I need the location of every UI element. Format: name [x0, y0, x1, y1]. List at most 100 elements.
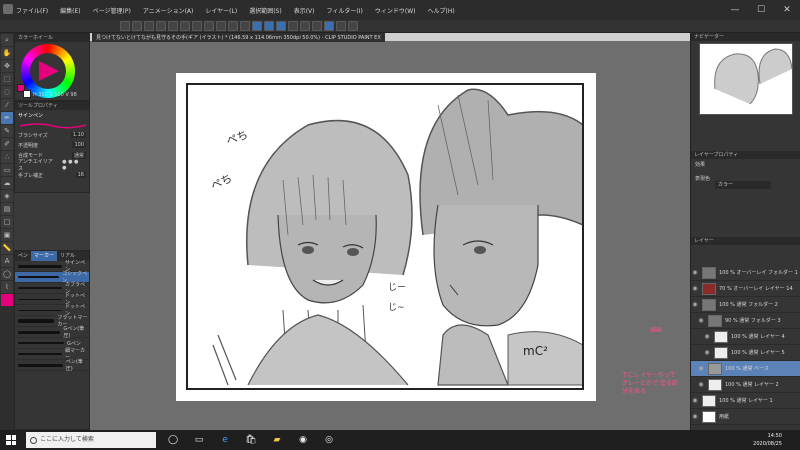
- menu-file[interactable]: ファイル(F): [16, 6, 48, 15]
- edge-icon[interactable]: e: [216, 431, 234, 449]
- tab-marker[interactable]: マーカー: [31, 251, 58, 261]
- menu-select[interactable]: 選択範囲(S): [249, 6, 282, 15]
- tpl-icon[interactable]: [348, 21, 358, 31]
- snap-grid-icon[interactable]: [276, 21, 286, 31]
- ruler-icon[interactable]: 📏: [1, 242, 13, 254]
- balloon-icon[interactable]: ◯: [1, 268, 13, 280]
- flip-icon[interactable]: [300, 21, 310, 31]
- windows-start-icon[interactable]: [6, 435, 16, 445]
- menu-edit[interactable]: 編集(E): [60, 6, 80, 15]
- fill-icon[interactable]: [192, 21, 202, 31]
- menu-filter[interactable]: フィルター(I): [327, 6, 363, 15]
- layer-row[interactable]: ◉ 70 % オーバーレイ レイヤー 14: [691, 281, 800, 297]
- menu-window[interactable]: ウィンドウ(W): [375, 6, 416, 15]
- eye-icon[interactable]: ◉: [703, 333, 711, 340]
- close-icon[interactable]: ✕: [774, 0, 800, 20]
- snap-ruler-icon[interactable]: [252, 21, 262, 31]
- undo-icon[interactable]: [156, 21, 166, 31]
- save-icon[interactable]: [144, 21, 154, 31]
- new-file-icon[interactable]: [120, 21, 130, 31]
- move-icon[interactable]: ✥: [1, 60, 13, 72]
- maximize-icon[interactable]: ☐: [748, 0, 774, 20]
- canvas-paper[interactable]: ペち ペち じー じ~ mC²: [176, 73, 596, 401]
- window-icon[interactable]: ▭: [190, 431, 208, 449]
- navigator-preview[interactable]: [699, 43, 793, 115]
- snap-special-ruler-icon[interactable]: [264, 21, 274, 31]
- eraser-icon[interactable]: ▭: [1, 164, 13, 176]
- eye-icon[interactable]: ◉: [691, 397, 699, 404]
- pen-icon[interactable]: ✒: [1, 112, 13, 124]
- crop-icon[interactable]: [228, 21, 238, 31]
- layer-row[interactable]: ◉ 100 % 通常 フォルダー 2: [691, 297, 800, 313]
- eye-icon[interactable]: ◉: [691, 413, 699, 420]
- eye-icon[interactable]: ◉: [697, 317, 705, 324]
- eye-icon[interactable]: ◉: [691, 285, 699, 292]
- brush-item[interactable]: ペン(筆圧): [15, 359, 89, 372]
- invert-icon[interactable]: [240, 21, 250, 31]
- deselect-icon[interactable]: [216, 21, 226, 31]
- clip-studio-paint-icon[interactable]: ◎: [320, 431, 338, 449]
- ref-icon[interactable]: [336, 21, 346, 31]
- taskbar-clock[interactable]: 14:50 2020/08/25: [753, 432, 782, 448]
- eye-icon[interactable]: ◉: [697, 381, 705, 388]
- pencil-icon[interactable]: ✎: [1, 125, 13, 137]
- minimize-icon[interactable]: —: [722, 0, 748, 20]
- transform-icon[interactable]: [204, 21, 214, 31]
- rotate-icon[interactable]: [288, 21, 298, 31]
- open-icon[interactable]: [132, 21, 142, 31]
- menu-page[interactable]: ページ管理(P): [93, 6, 131, 15]
- layer-row[interactable]: ◉ 100 % 通常 レイヤー 4: [691, 329, 800, 345]
- main-color-icon[interactable]: [1, 294, 13, 306]
- clip-studio-icon[interactable]: ◉: [294, 431, 312, 449]
- store-icon[interactable]: 🛍: [242, 431, 260, 449]
- expression-select[interactable]: カラー: [715, 181, 771, 189]
- layer-row[interactable]: ◉ 100 % オーバーレイ フォルダー 1: [691, 265, 800, 281]
- zoom-icon[interactable]: ⌕: [1, 34, 13, 46]
- layer-row[interactable]: ◉ 用紙: [691, 409, 800, 425]
- document-tab[interactable]: 見つけてないとけてながも見守るその手(ギア (イラスト) * (146.59 x…: [92, 33, 385, 42]
- layer-row[interactable]: ◉ 90 % 通常 フォルダー 3: [691, 313, 800, 329]
- clear-icon[interactable]: [180, 21, 190, 31]
- airbrush-icon[interactable]: ∴: [1, 151, 13, 163]
- menu-animation[interactable]: アニメーション(A): [143, 6, 194, 15]
- task-view-icon[interactable]: ◯: [164, 431, 182, 449]
- redo-icon[interactable]: [168, 21, 178, 31]
- explorer-icon[interactable]: ▰: [268, 431, 286, 449]
- subtool-panel: ペン マーカー リアル サインペン ゴシックペン カブラペン ドットペン ドット…: [14, 250, 90, 430]
- prop-antialias[interactable]: アンチエイリアス ● ● ● ●: [15, 159, 89, 172]
- blend-icon[interactable]: ☁: [1, 177, 13, 189]
- hand-icon[interactable]: ✋: [1, 47, 13, 59]
- correct-line-icon[interactable]: ⌇: [1, 281, 13, 293]
- canvas-area[interactable]: 見つけてないとけてながも見守るその手(ギア (イラスト) * (146.59 x…: [90, 33, 690, 430]
- menu-layer[interactable]: レイヤー(L): [205, 6, 237, 15]
- eye-icon[interactable]: ◉: [691, 301, 699, 308]
- layer-row[interactable]: ◉ 100 % 通常 レイヤー 5: [691, 345, 800, 361]
- menu-help[interactable]: ヘルプ(H): [427, 6, 454, 15]
- tab-pen[interactable]: ペン: [15, 251, 31, 261]
- layer-row[interactable]: ◉ 100 % 通常 レイヤー 1: [691, 393, 800, 409]
- fit-icon[interactable]: [312, 21, 322, 31]
- prop-brush-size[interactable]: ブラシサイズ 1.10: [15, 130, 89, 140]
- select-icon[interactable]: ⬚: [1, 73, 13, 85]
- eye-icon[interactable]: ◉: [691, 269, 699, 276]
- lasso-icon[interactable]: ◌: [1, 86, 13, 98]
- menu-view[interactable]: 表示(V): [294, 6, 315, 15]
- sub-color-swatch[interactable]: [23, 90, 31, 98]
- app-icon[interactable]: [3, 4, 13, 14]
- text-icon[interactable]: A: [1, 255, 13, 267]
- brush-icon[interactable]: ✐: [1, 138, 13, 150]
- frame-icon[interactable]: ▣: [1, 229, 13, 241]
- layer-row[interactable]: ◉ 100 % 通常 レイヤー 2: [691, 377, 800, 393]
- brush-item[interactable]: Gペン(筆圧): [15, 326, 89, 339]
- prop-opacity[interactable]: 不透明度 100: [15, 140, 89, 150]
- eye-icon[interactable]: ◉: [703, 349, 711, 356]
- rotate-view-icon[interactable]: [324, 21, 334, 31]
- layer-row-selected[interactable]: ◉ 100 % 通常 ベース: [691, 361, 800, 377]
- fill-bucket-icon[interactable]: ◈: [1, 190, 13, 202]
- eye-icon[interactable]: ◉: [697, 365, 705, 372]
- gradient-icon[interactable]: ▤: [1, 203, 13, 215]
- search-input[interactable]: ここに入力して検索: [26, 432, 156, 448]
- eyedropper-icon[interactable]: ⁄: [1, 99, 13, 111]
- figure-icon[interactable]: □: [1, 216, 13, 228]
- color-triangle[interactable]: [39, 61, 59, 81]
